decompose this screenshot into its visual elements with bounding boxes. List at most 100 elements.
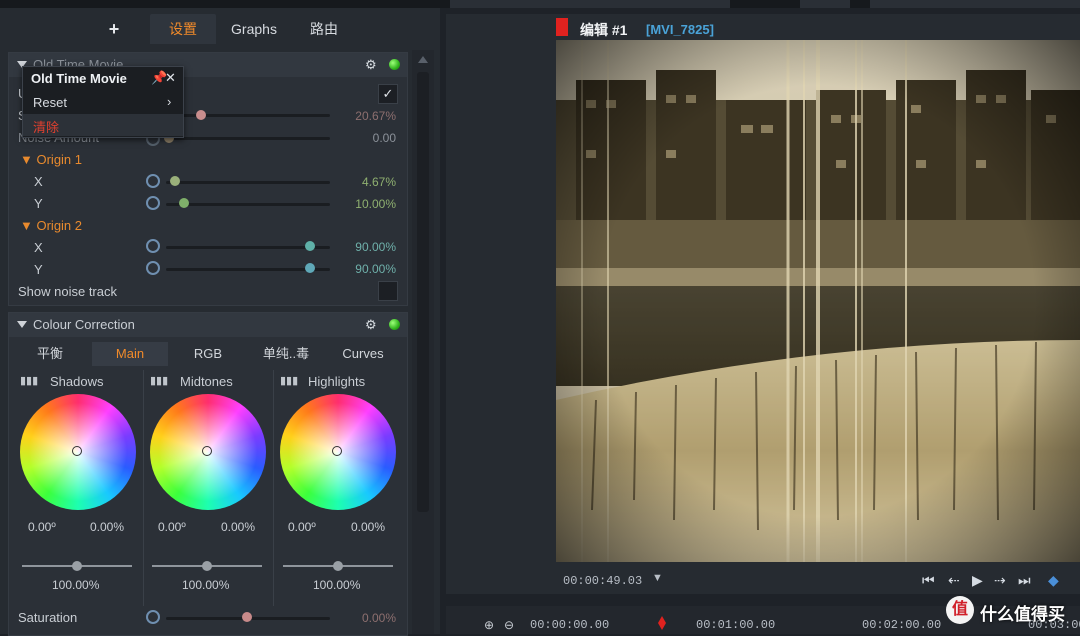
origin-1-y-label: Y — [34, 196, 43, 211]
close-icon[interactable]: ✕ — [165, 70, 176, 86]
timeline-mark: 00:00:00.00 — [530, 618, 610, 632]
midtones-level-knob[interactable] — [202, 561, 212, 571]
zoom-out-icon[interactable]: ⊖ — [504, 618, 514, 632]
menu-title: Old Time Movie — [31, 71, 127, 86]
watermark-logo-icon: 值 — [946, 596, 974, 624]
origin-2-x-knob[interactable] — [305, 241, 315, 251]
origin-1-y-value: 10.00% — [355, 197, 396, 211]
param-value: 20.67% — [355, 109, 396, 123]
top-bar-segment — [450, 0, 730, 8]
collapse-icon[interactable] — [17, 321, 27, 328]
param-slider-track[interactable] — [166, 114, 330, 117]
video-frame[interactable] — [556, 40, 1080, 562]
origin-2-y-knob[interactable] — [305, 263, 315, 273]
highlights-wheel[interactable] — [280, 394, 396, 510]
histogram-icon: ▮▮▮ — [150, 375, 169, 387]
origin-2-x-label: X — [34, 240, 43, 255]
colour-subtabs: 平衡 Main RGB 单纯..毒 Curves — [10, 342, 400, 366]
origin-2-y-value: 90.00% — [355, 262, 396, 276]
panel-tabs: + 设置 Graphs 路由 — [0, 8, 440, 44]
viewer-title: 编辑 #1 — [580, 22, 628, 38]
saturation-label: Saturation — [18, 610, 78, 625]
reset-icon[interactable] — [146, 610, 160, 624]
origin-2-label: Origin 2 — [36, 218, 83, 233]
enabled-checkbox[interactable]: ✓ — [378, 84, 398, 104]
origin-1-x-value: 4.67% — [361, 175, 396, 189]
expand-icon[interactable]: ▼ — [20, 152, 36, 167]
menu-item-clear[interactable]: 清除 — [23, 114, 183, 136]
shadows-amount: 0.00% — [90, 520, 125, 534]
play-icon[interactable]: ▶ — [972, 572, 983, 589]
origin-1-x-slider[interactable] — [166, 181, 330, 184]
effect-enabled-icon[interactable] — [389, 59, 400, 70]
menu-item-reset[interactable]: Reset › — [23, 92, 183, 114]
go-to-start-icon[interactable]: ⏮ — [922, 572, 935, 589]
subtab-rgb[interactable]: RGB — [170, 342, 246, 366]
midtones-wheel[interactable] — [150, 394, 266, 510]
menu-item-label: 清除 — [33, 120, 60, 135]
origin-1-group[interactable]: ▼ Origin 1 — [20, 152, 82, 167]
add-effect-button[interactable]: + — [96, 14, 132, 44]
show-noise-track-label: Show noise track — [18, 284, 117, 299]
origin-1-y-knob[interactable] — [179, 198, 189, 208]
subtab-curves[interactable]: Curves — [326, 342, 400, 366]
video-image — [556, 40, 1080, 562]
reset-icon[interactable] — [146, 239, 160, 253]
midtones-angle: 0.00º — [158, 520, 186, 534]
chevron-right-icon: › — [167, 94, 172, 109]
reset-icon[interactable] — [146, 196, 160, 210]
current-timecode[interactable]: 00:00:49.03 — [563, 574, 642, 588]
panel-scrollbar[interactable] — [412, 50, 434, 634]
top-bar-segment — [800, 0, 850, 8]
highlights-level: 100.00% — [313, 578, 361, 592]
param-slider-knob[interactable] — [196, 110, 206, 120]
mark-in-icon[interactable]: ◆ — [1048, 572, 1059, 589]
histogram-icon: ▮▮▮ — [20, 375, 39, 387]
gear-icon[interactable]: ⚙ — [365, 318, 379, 332]
origin-2-x-value: 90.00% — [355, 240, 396, 254]
highlights-level-knob[interactable] — [333, 561, 343, 571]
param-value: 0.00 — [372, 131, 396, 145]
shadows-level-knob[interactable] — [72, 561, 82, 571]
go-to-end-icon[interactable]: ⏭ — [1018, 572, 1031, 589]
shadows-wheel[interactable] — [20, 394, 136, 510]
zoom-in-icon[interactable]: ⊕ — [484, 618, 494, 632]
wheel-handle[interactable] — [202, 446, 212, 456]
top-bar — [0, 0, 1080, 8]
reset-icon[interactable] — [146, 174, 160, 188]
subtab-balance[interactable]: 平衡 — [10, 342, 90, 366]
timeline-mark: 00:01:00.00 — [696, 618, 776, 632]
effect-title: Colour Correction — [33, 317, 135, 332]
histogram-icon: ▮▮▮ — [280, 375, 299, 387]
scroll-up-icon[interactable] — [418, 56, 428, 63]
highlights-amount: 0.00% — [351, 520, 386, 534]
subtab-main[interactable]: Main — [92, 342, 168, 366]
saturation-value: 0.00% — [361, 611, 396, 625]
subtab-mono[interactable]: 单纯..毒 — [248, 342, 324, 366]
expand-icon[interactable]: ▼ — [20, 218, 36, 233]
origin-2-y-label: Y — [34, 262, 43, 277]
effect-enabled-icon[interactable] — [389, 319, 400, 330]
step-forward-icon[interactable]: ⇢ — [994, 572, 1006, 589]
saturation-knob[interactable] — [242, 612, 252, 622]
effect-header[interactable]: Colour Correction ⚙ — [9, 313, 407, 337]
tab-graphs[interactable]: Graphs — [220, 14, 288, 44]
param-slider-track[interactable] — [166, 137, 330, 140]
tab-routing[interactable]: 路由 — [294, 14, 354, 44]
gear-icon[interactable]: ⚙ — [365, 58, 379, 72]
step-back-icon[interactable]: ⇠ — [948, 572, 960, 589]
wheel-handle[interactable] — [332, 446, 342, 456]
timeline-mark: 00:02:00.00 — [862, 618, 942, 632]
midtones-label: Midtones — [180, 374, 233, 389]
shadows-level: 100.00% — [52, 578, 100, 592]
origin-1-x-knob[interactable] — [170, 176, 180, 186]
wheel-handle[interactable] — [72, 446, 82, 456]
tab-settings[interactable]: 设置 — [150, 14, 216, 44]
origin-1-y-slider[interactable] — [166, 203, 330, 206]
reset-icon[interactable] — [146, 261, 160, 275]
origin-2-group[interactable]: ▼ Origin 2 — [20, 218, 82, 233]
chevron-down-icon[interactable]: ▼ — [652, 572, 663, 584]
scroll-thumb[interactable] — [417, 72, 429, 512]
highlights-label: Highlights — [308, 374, 366, 389]
show-noise-track-checkbox[interactable] — [378, 281, 398, 301]
